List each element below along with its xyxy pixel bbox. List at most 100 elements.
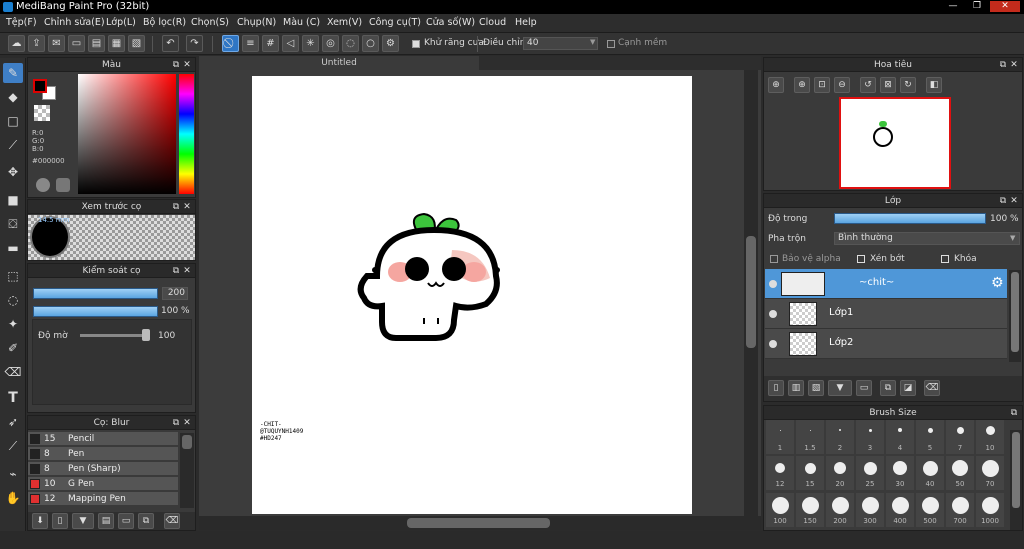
brush-size-cell[interactable]: 700 <box>946 493 974 527</box>
brush-size-cell[interactable]: 50 <box>946 456 974 490</box>
menu-layer[interactable]: Lớp(L) <box>106 17 136 28</box>
brush-size-cell[interactable]: 500 <box>916 493 944 527</box>
add-brush-menu-icon[interactable]: ▼ <box>72 513 94 529</box>
operation-tool-icon[interactable]: ➶ <box>3 412 23 432</box>
circle-snap-icon[interactable]: ◎ <box>322 35 339 52</box>
canvas-horizontal-scrollbar[interactable] <box>199 516 761 530</box>
menu-snap[interactable]: Chụp(N) <box>237 17 276 28</box>
vertical-scroll-thumb[interactable] <box>746 236 756 348</box>
select-pen-tool-icon[interactable]: ✐ <box>3 338 23 358</box>
brush-size-cell[interactable]: 25 <box>856 456 884 490</box>
soft-edge-checkbox[interactable] <box>607 40 615 48</box>
visibility-icon[interactable] <box>769 340 777 348</box>
brush-size-slider[interactable] <box>33 288 158 299</box>
layer-list-scrollbar[interactable] <box>1009 270 1021 362</box>
visibility-icon[interactable] <box>769 310 777 318</box>
blur-slider-thumb[interactable] <box>142 329 150 341</box>
comment-icon[interactable]: ✉ <box>48 35 65 52</box>
brush-properties-icon[interactable]: ▤ <box>98 513 114 529</box>
canvas-vertical-scrollbar[interactable] <box>744 70 758 516</box>
brush-size-cell[interactable]: 7 <box>946 420 974 454</box>
layer-folder-icon[interactable]: ▭ <box>856 380 872 396</box>
brush-tool-icon[interactable]: ✎ <box>3 63 23 83</box>
brush-size-cell[interactable]: 2 <box>826 420 854 454</box>
redo-icon[interactable]: ↷ <box>186 35 203 52</box>
lasso-tool-icon[interactable]: ◌ <box>3 290 23 310</box>
trash-icon[interactable]: ⌫ <box>164 513 180 529</box>
brush-size-cell[interactable]: 10 <box>976 420 1004 454</box>
select-eraser-tool-icon[interactable]: ⌫ <box>3 362 23 382</box>
chat-icon[interactable]: ▭ <box>68 35 85 52</box>
expand-icon[interactable]: ⧉ <box>171 58 181 72</box>
brush-opacity-slider[interactable] <box>33 306 158 317</box>
curve-snap-icon[interactable]: ◌ <box>342 35 359 52</box>
duplicate-layer-icon[interactable]: ⧉ <box>880 380 896 396</box>
menu-help[interactable]: Help <box>515 17 537 28</box>
menu-color[interactable]: Màu (C) <box>283 17 320 28</box>
brush-item[interactable]: 12 Mapping Pen <box>28 492 178 506</box>
zoom-fit-icon[interactable]: ⊕ <box>768 77 784 93</box>
new-halftone-layer-icon[interactable]: ▥ <box>788 380 804 396</box>
brush-item[interactable]: 15 Pencil <box>28 432 178 446</box>
transparent-swatch[interactable] <box>34 105 50 121</box>
layer-row-lop1[interactable]: Lớp1 <box>765 299 1007 329</box>
expand-icon[interactable]: ⧉ <box>998 58 1008 72</box>
expand-icon[interactable]: ⧉ <box>1009 406 1019 420</box>
palette-icon[interactable] <box>56 178 70 192</box>
gradient-tool-icon[interactable]: ▬ <box>3 238 23 258</box>
blur-slider-track[interactable] <box>80 334 150 337</box>
brush-size-cell[interactable]: 150 <box>796 493 824 527</box>
adjust-input[interactable]: 40 <box>523 37 598 50</box>
brush-size-cell[interactable]: 12 <box>766 456 794 490</box>
brush-size-cell[interactable]: 40 <box>916 456 944 490</box>
brush-size-cell[interactable]: 300 <box>856 493 884 527</box>
cross-snap-icon[interactable]: # <box>262 35 279 52</box>
share-icon[interactable]: ⇪ <box>28 35 45 52</box>
snap-settings-icon[interactable]: ⚙ <box>382 35 399 52</box>
saturation-value-picker[interactable] <box>78 74 176 194</box>
rotate-left-icon[interactable]: ↺ <box>860 77 876 93</box>
color-wheel-icon[interactable] <box>36 178 50 192</box>
zoom-in-icon[interactable]: ⊕ <box>794 77 810 93</box>
perspective-snap-icon[interactable]: ◁ <box>282 35 299 52</box>
menu-window[interactable]: Cửa số(W) <box>426 17 475 28</box>
magic-wand-tool-icon[interactable]: ✦ <box>3 314 23 334</box>
undo-icon[interactable]: ↶ <box>162 35 179 52</box>
menu-tools[interactable]: Công cụ(T) <box>369 17 421 28</box>
cloud-icon[interactable]: ☁ <box>8 35 25 52</box>
close-icon[interactable]: ✕ <box>1009 194 1019 208</box>
menu-edit[interactable]: Chỉnh sửa(E) <box>44 17 105 28</box>
radial-snap-icon[interactable]: ✳ <box>302 35 319 52</box>
brush-list-scrollbar[interactable] <box>180 433 194 508</box>
close-icon[interactable]: ✕ <box>182 264 192 278</box>
expand-icon[interactable]: ⧉ <box>171 416 181 430</box>
menu-filter[interactable]: Bộ lọc(R) <box>143 17 186 28</box>
brush-size-scrollbar[interactable] <box>1010 430 1022 530</box>
bucket-tool-icon[interactable]: ⛋ <box>3 214 23 234</box>
clipping-checkbox[interactable] <box>857 255 865 263</box>
close-icon[interactable]: ✕ <box>182 200 192 214</box>
visibility-icon[interactable] <box>769 280 777 288</box>
menu-view[interactable]: Xem(V) <box>327 17 362 28</box>
brush-size-cell[interactable]: 20 <box>826 456 854 490</box>
protect-alpha-checkbox[interactable] <box>770 255 778 263</box>
duplicate-icon[interactable]: ⧉ <box>138 513 154 529</box>
fill-rect-tool-icon[interactable]: ■ <box>3 190 23 210</box>
snap-off-icon[interactable]: ⃠ <box>222 35 239 52</box>
brush-size-cell[interactable]: 1 <box>766 420 794 454</box>
panel-icon[interactable]: ▧ <box>128 35 145 52</box>
chevron-down-icon[interactable]: ▼ <box>590 38 595 46</box>
rotate-right-icon[interactable]: ↻ <box>900 77 916 93</box>
divide-tool-icon[interactable]: ⟋ <box>3 436 23 456</box>
brush-size-cell[interactable]: 70 <box>976 456 1004 490</box>
new-brush-icon[interactable]: ▯ <box>52 513 68 529</box>
close-icon[interactable]: ✕ <box>182 416 192 430</box>
navigator-viewport[interactable] <box>839 97 951 189</box>
flip-icon[interactable]: ◧ <box>926 77 942 93</box>
brush-item[interactable]: 10 G Pen <box>28 477 178 491</box>
maximize-button[interactable]: ❐ <box>966 1 988 12</box>
hand-tool-icon[interactable]: ✋ <box>3 488 23 508</box>
minimize-button[interactable]: — <box>942 1 964 12</box>
chevron-down-icon[interactable]: ▼ <box>1010 234 1015 242</box>
brush-size-cell[interactable]: 3 <box>856 420 884 454</box>
